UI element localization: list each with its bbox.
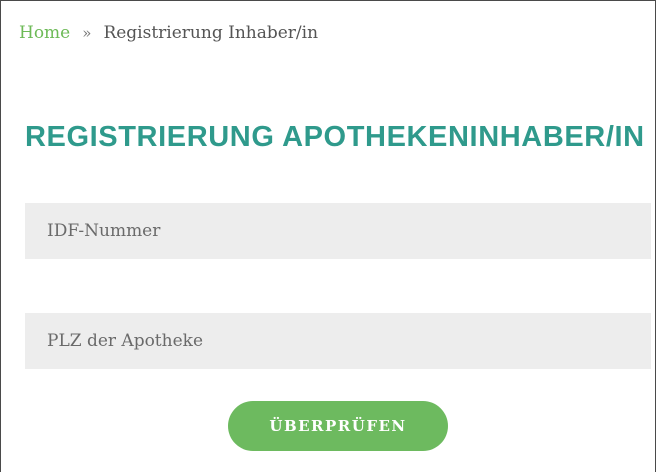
breadcrumb-current: Registrierung Inhaber/in [103, 23, 319, 43]
page-frame: Home » Registrierung Inhaber/in REGISTRI… [0, 0, 656, 472]
page-title: REGISTRIERUNG APOTHEKENINHABER/IN [25, 121, 645, 153]
breadcrumb-home-link[interactable]: Home [19, 21, 70, 45]
breadcrumb-separator-icon: » [82, 24, 92, 42]
breadcrumb: Home » Registrierung Inhaber/in [19, 21, 318, 45]
plz-input[interactable] [25, 313, 651, 369]
idf-number-input[interactable] [25, 203, 651, 259]
check-button[interactable]: ÜBERPRÜFEN [228, 401, 448, 451]
